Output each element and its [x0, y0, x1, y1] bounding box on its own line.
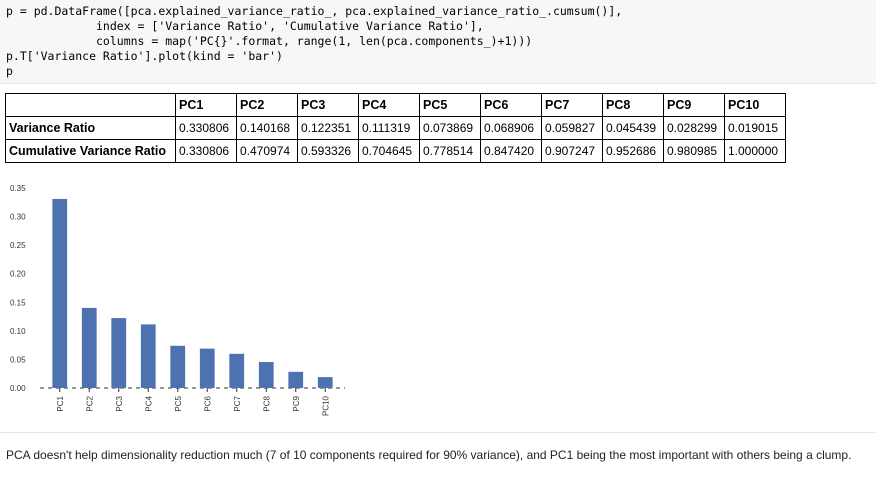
table-cell: 0.122351 [297, 116, 359, 140]
bar [140, 324, 156, 388]
y-tick-label: 0.05 [10, 355, 26, 364]
x-tick-label: PC5 [174, 395, 183, 411]
bar [170, 345, 186, 388]
y-tick-label: 0.25 [10, 241, 26, 250]
x-tick-label: PC1 [56, 395, 65, 411]
column-header: PC2 [236, 93, 298, 117]
code-line-3: columns = map('PC{}'.format, range(1, le… [6, 34, 533, 48]
table-cell: 0.330806 [175, 139, 237, 163]
column-header: PC1 [175, 93, 237, 117]
dataframe-table: PC1 PC2 PC3 PC4 PC5 PC6 PC7 PC8 PC9 PC10… [5, 93, 786, 163]
table-cell: 0.330806 [175, 116, 237, 140]
x-tick-label: PC2 [85, 395, 94, 411]
x-tick-label: PC4 [144, 395, 153, 411]
code-line-4: p.T['Variance Ratio'].plot(kind = 'bar') [6, 49, 283, 63]
x-tick-label: PC10 [321, 395, 330, 416]
index-header [5, 93, 176, 117]
bar [317, 377, 333, 388]
row-label: Cumulative Variance Ratio [5, 139, 176, 163]
column-header: PC4 [358, 93, 420, 117]
code-cell[interactable]: p = pd.DataFrame([pca.explained_variance… [0, 0, 876, 84]
bar [229, 353, 245, 388]
row-label: Variance Ratio [5, 116, 176, 140]
table-cell: 0.593326 [297, 139, 359, 163]
bar [258, 362, 274, 388]
table-cell: 0.140168 [236, 116, 298, 140]
table-cell: 0.907247 [541, 139, 603, 163]
table-cell: 1.000000 [724, 139, 786, 163]
table-cell: 0.068906 [480, 116, 542, 140]
table-cell: 0.980985 [663, 139, 725, 163]
column-header: PC5 [419, 93, 481, 117]
x-tick-label: PC3 [115, 395, 124, 411]
x-tick-label: PC8 [262, 395, 271, 411]
markdown-text: PCA doesn't help dimensionality reductio… [6, 448, 852, 462]
table-cell: 0.111319 [358, 116, 420, 140]
markdown-cell[interactable]: PCA doesn't help dimensionality reductio… [0, 432, 876, 488]
y-tick-label: 0.00 [10, 384, 26, 393]
table-cell: 0.028299 [663, 116, 725, 140]
bar [111, 318, 127, 388]
bar [81, 307, 97, 388]
table-header-row: PC1 PC2 PC3 PC4 PC5 PC6 PC7 PC8 PC9 PC10 [5, 93, 786, 117]
table-cell: 0.952686 [602, 139, 664, 163]
table-cell: 0.847420 [480, 139, 542, 163]
x-tick-label: PC7 [233, 395, 242, 411]
y-tick-label: 0.15 [10, 298, 26, 307]
y-tick-label: 0.10 [10, 327, 26, 336]
y-tick-label: 0.30 [10, 213, 26, 222]
table-cell: 0.778514 [419, 139, 481, 163]
table-cell: 0.019015 [724, 116, 786, 140]
column-header: PC8 [602, 93, 664, 117]
column-header: PC6 [480, 93, 542, 117]
table-cell: 0.045439 [602, 116, 664, 140]
table-cell: 0.470974 [236, 139, 298, 163]
code-line-1: p = pd.DataFrame([pca.explained_variance… [6, 4, 623, 18]
bar [199, 348, 215, 388]
table-row: Cumulative Variance Ratio 0.330806 0.470… [5, 139, 786, 163]
table-cell: 0.704645 [358, 139, 420, 163]
column-header: PC10 [724, 93, 786, 117]
x-tick-label: PC6 [203, 395, 212, 411]
bar [52, 198, 68, 388]
x-tick-label: PC9 [292, 395, 301, 411]
column-header: PC3 [297, 93, 359, 117]
table-row: Variance Ratio 0.330806 0.140168 0.12235… [5, 116, 786, 140]
code-editor[interactable]: p = pd.DataFrame([pca.explained_variance… [0, 0, 876, 79]
table-cell: 0.073869 [419, 116, 481, 140]
y-tick-label: 0.20 [10, 270, 26, 279]
bar-chart: 0.00 0.05 0.10 0.15 0.20 0.25 0.30 0.35 PC1 PC2 PC… [10, 184, 345, 416]
column-header: PC7 [541, 93, 603, 117]
bar [288, 371, 304, 388]
column-header: PC9 [663, 93, 725, 117]
code-line-2: index = ['Variance Ratio', 'Cumulative V… [6, 19, 484, 33]
code-line-5: p [6, 64, 13, 78]
y-tick-label: 0.35 [10, 184, 26, 193]
table-cell: 0.059827 [541, 116, 603, 140]
